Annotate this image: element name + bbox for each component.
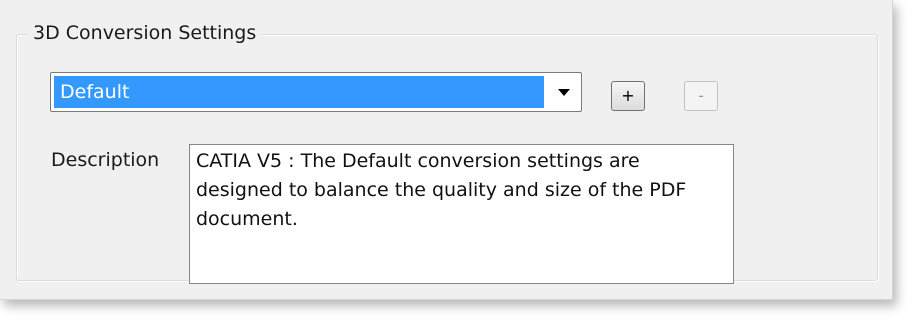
chevron-down-icon[interactable] xyxy=(549,76,577,108)
add-setting-button[interactable]: + xyxy=(611,81,645,111)
description-textbox[interactable]: CATIA V5 : The Default conversion settin… xyxy=(189,144,734,284)
settings-window: 3D Conversion Settings Default + - Descr… xyxy=(0,0,893,300)
description-label: Description xyxy=(51,149,160,171)
group-title: 3D Conversion Settings xyxy=(28,20,262,46)
remove-setting-button[interactable]: - xyxy=(684,81,718,111)
settings-dropdown[interactable]: Default xyxy=(50,72,582,112)
dropdown-selected-value: Default xyxy=(54,76,544,108)
